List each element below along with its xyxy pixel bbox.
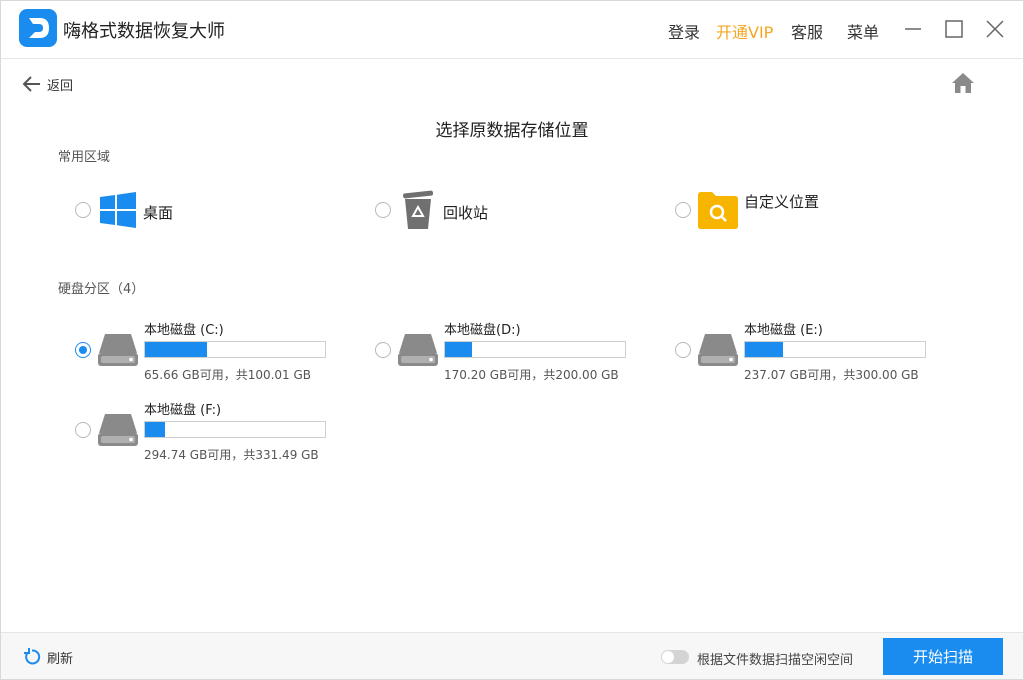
drive-item[interactable]: 本地磁盘 (E:) 237.07 GB可用，共300.00 GB [675, 319, 955, 389]
refresh-icon [24, 648, 41, 665]
drive-radio[interactable] [675, 342, 691, 358]
hard-drive-icon [98, 414, 138, 446]
desktop-radio[interactable] [75, 202, 91, 218]
custom-location-option[interactable]: 自定义位置 [675, 191, 895, 231]
custom-location-radio[interactable] [675, 202, 691, 218]
recycle-bin-label: 回收站 [443, 204, 489, 222]
drive-capacity: 65.66 GB可用，共100.01 GB [144, 368, 312, 382]
drive-radio[interactable] [75, 422, 91, 438]
vip-link[interactable]: 开通VIP [716, 19, 773, 43]
scan-free-space-toggle[interactable] [661, 650, 689, 664]
menu-link[interactable]: 菜单 [847, 19, 879, 43]
folder-search-icon [698, 192, 738, 229]
common-area-label: 常用区域 [58, 150, 111, 165]
drive-usage-bar [144, 341, 326, 358]
app-window: 嗨格式数据恢复大师 登录 开通VIP 客服 菜单 返回 选择原数据存储位置 常用… [0, 0, 1024, 680]
hard-drive-icon [698, 334, 738, 366]
scan-free-space-label: 根据文件数据扫描空闲空间 [697, 653, 854, 668]
login-link[interactable]: 登录 [668, 19, 700, 43]
maximize-button[interactable] [940, 15, 968, 43]
maximize-icon [945, 20, 963, 38]
minimize-button[interactable] [899, 15, 927, 43]
start-scan-button[interactable]: 开始扫描 [883, 638, 1003, 675]
drive-name: 本地磁盘(D:) [444, 323, 521, 338]
drive-capacity: 170.20 GB可用，共200.00 GB [444, 368, 619, 382]
custom-location-label: 自定义位置 [744, 193, 820, 211]
drive-name: 本地磁盘 (C:) [144, 323, 224, 338]
recycle-bin-option[interactable]: 回收站 [375, 190, 575, 231]
title-bar: 嗨格式数据恢复大师 登录 开通VIP 客服 菜单 [1, 1, 1023, 59]
hard-drive-icon [98, 334, 138, 366]
drive-name: 本地磁盘 (E:) [744, 323, 823, 338]
close-button[interactable] [981, 15, 1009, 43]
recycle-bin-radio[interactable] [375, 202, 391, 218]
drive-name: 本地磁盘 (F:) [144, 403, 222, 418]
hard-drive-icon [398, 334, 438, 366]
minimize-icon [905, 28, 921, 30]
page-title: 选择原数据存储位置 [435, 121, 589, 141]
drive-usage-bar [144, 421, 326, 438]
drive-usage-fill [145, 422, 165, 437]
drive-usage-bar [744, 341, 926, 358]
refresh-button[interactable]: 刷新 [23, 647, 73, 667]
drive-item[interactable]: 本地磁盘(D:) 170.20 GB可用，共200.00 GB [375, 319, 655, 389]
customer-service-link[interactable]: 客服 [791, 19, 823, 43]
drive-usage-fill [145, 342, 207, 357]
back-label: 返回 [47, 78, 74, 94]
app-logo-icon [19, 9, 57, 47]
recycle-bin-icon [403, 190, 434, 229]
drive-radio[interactable] [75, 342, 91, 358]
drive-item[interactable]: 本地磁盘 (F:) 294.74 GB可用，共331.49 GB [75, 399, 355, 469]
close-icon [986, 20, 1004, 38]
home-icon [952, 73, 974, 93]
refresh-label: 刷新 [47, 651, 74, 667]
desktop-label: 桌面 [143, 204, 174, 222]
back-button[interactable]: 返回 [23, 73, 73, 95]
desktop-option[interactable]: 桌面 [75, 191, 275, 231]
app-title: 嗨格式数据恢复大师 [63, 21, 225, 42]
drive-usage-bar [444, 341, 626, 358]
drive-usage-fill [445, 342, 472, 357]
drive-radio[interactable] [375, 342, 391, 358]
footer-bar: 刷新 根据文件数据扫描空闲空间 开始扫描 [1, 632, 1023, 679]
drive-capacity: 237.07 GB可用，共300.00 GB [744, 368, 919, 382]
arrow-left-icon [23, 76, 40, 92]
home-button[interactable] [951, 72, 975, 94]
drive-section-label: 硬盘分区（4） [58, 282, 145, 297]
drive-usage-fill [745, 342, 783, 357]
drive-capacity: 294.74 GB可用，共331.49 GB [144, 448, 319, 462]
windows-icon [100, 192, 136, 228]
drive-item[interactable]: 本地磁盘 (C:) 65.66 GB可用，共100.01 GB [75, 319, 355, 389]
